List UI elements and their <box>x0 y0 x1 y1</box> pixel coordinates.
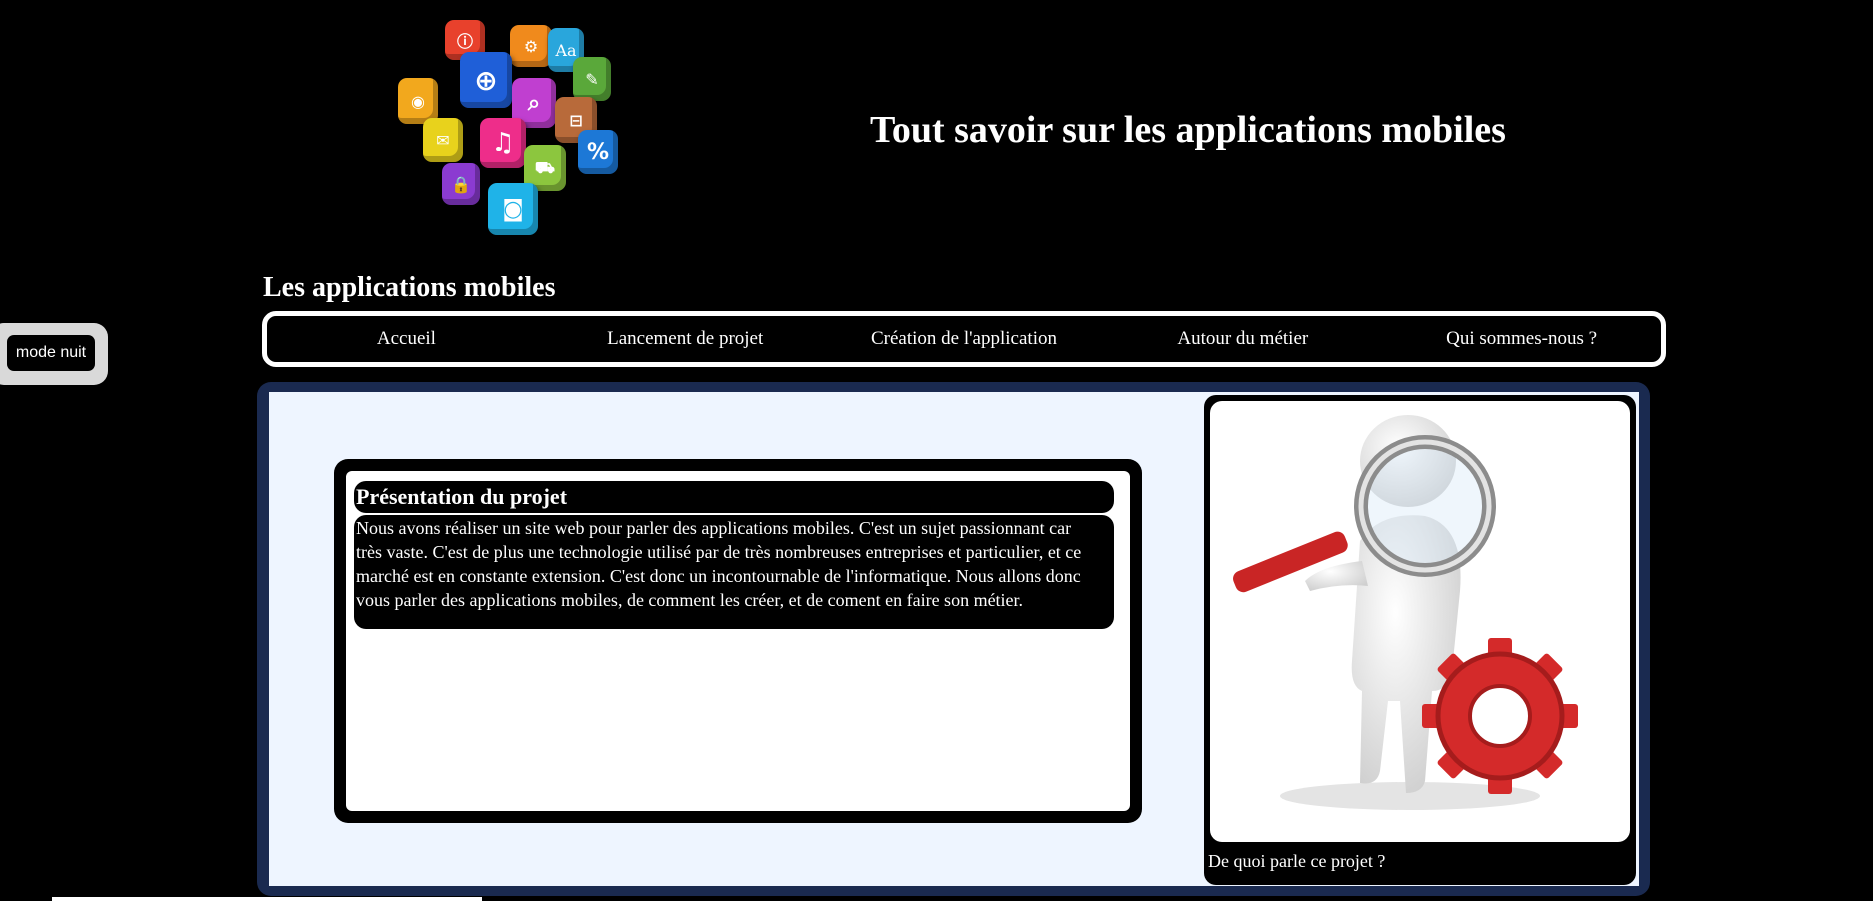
mode-toggle-frame: mode nuit <box>0 323 108 385</box>
edit-icon: ✎ <box>573 57 611 101</box>
presentation-card-body: Présentation du projet Nous avons réalis… <box>346 471 1130 811</box>
main-content-panel: Présentation du projet Nous avons réalis… <box>269 392 1639 886</box>
magnifier-figure-with-gear-icon <box>1210 401 1630 842</box>
night-mode-button[interactable]: mode nuit <box>7 335 95 371</box>
nav-item-accueil[interactable]: Accueil <box>267 328 546 350</box>
nav-item-lancement-de-projet[interactable]: Lancement de projet <box>546 328 825 350</box>
nav-item-creation-application[interactable]: Création de l'application <box>825 328 1104 350</box>
nav-item-autour-du-metier[interactable]: Autour du métier <box>1103 328 1382 350</box>
presentation-text: Nous avons réaliser un site web pour par… <box>356 518 1082 610</box>
section-heading: Les applications mobiles <box>263 272 556 303</box>
camera-icon: ◙ <box>488 183 538 235</box>
music-icon: ♫ <box>480 118 526 168</box>
bottom-scroll-strip <box>52 897 482 901</box>
presentation-text-box: Nous avons réaliser un site web pour par… <box>354 515 1114 629</box>
globe-icon: ⊕ <box>460 52 512 108</box>
nav-item-qui-sommes-nous[interactable]: Qui sommes-nous ? <box>1382 328 1661 350</box>
presentation-card: Présentation du projet Nous avons réalis… <box>334 459 1142 823</box>
lock-icon: 🔒 <box>442 163 480 205</box>
app-icons-logo: ⓘ ⚙ Aa ✎ ⊕ ◉ ⌕ ⊟ ✉ ♫ % ⛟ 🔒 ◙ <box>390 15 630 245</box>
main-content-frame: Présentation du projet Nous avons réalis… <box>257 382 1650 896</box>
presentation-title-bar: Présentation du projet <box>354 481 1114 513</box>
figure-caption: De quoi parle ce projet ? <box>1208 851 1386 871</box>
percent-icon: % <box>578 130 618 174</box>
figure-illustration <box>1233 415 1578 810</box>
figure-card: De quoi parle ce projet ? <box>1204 395 1636 885</box>
main-nav: Accueil Lancement de projet Création de … <box>262 311 1666 367</box>
page: ⓘ ⚙ Aa ✎ ⊕ ◉ ⌕ ⊟ ✉ ♫ % ⛟ 🔒 ◙ Tout savoir… <box>0 0 1873 901</box>
gear-icon: ⚙ <box>510 25 552 67</box>
site-title: Tout savoir sur les applications mobiles <box>870 109 1506 151</box>
mail-icon: ✉ <box>423 118 463 162</box>
presentation-title: Présentation du projet <box>356 484 568 509</box>
